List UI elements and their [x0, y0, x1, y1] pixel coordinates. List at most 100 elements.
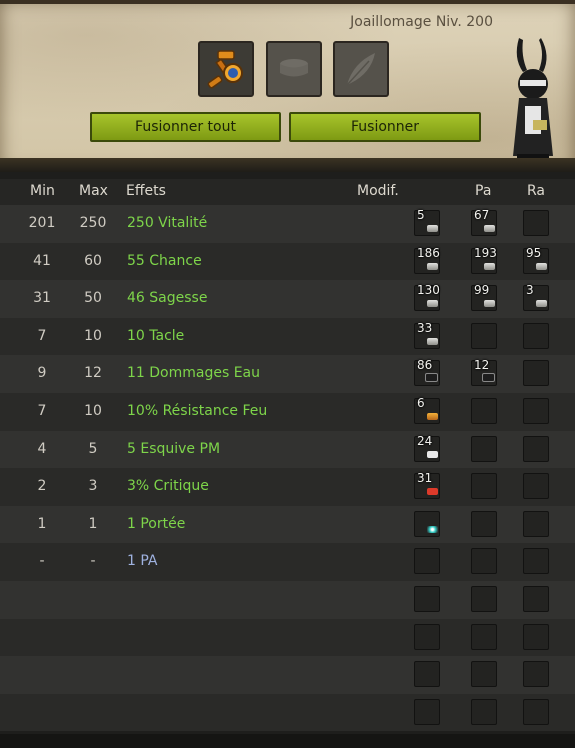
rune-slot-ra[interactable]	[523, 510, 549, 537]
rune-slot-base[interactable]: 86	[414, 358, 440, 387]
rune-slot-pa[interactable]: 67	[471, 208, 497, 236]
rune-slot-pa[interactable]: 193	[471, 245, 497, 274]
rune-slot-pa[interactable]	[471, 623, 497, 650]
rune-slot-base[interactable]	[414, 586, 440, 612]
rune-slot-pa[interactable]: 12	[471, 358, 497, 387]
rune-slot-base[interactable]	[414, 510, 440, 537]
rune-count: 5	[417, 208, 425, 222]
rune-slot[interactable]	[333, 41, 389, 97]
rune-slot-ra[interactable]	[523, 661, 549, 688]
min-value: 9	[37, 365, 47, 382]
rune-slot-pa[interactable]	[471, 661, 497, 688]
rune-slot-base[interactable]	[414, 661, 440, 688]
rune-count: 95	[526, 245, 542, 260]
character-avatar	[513, 38, 553, 162]
min-value: -	[39, 553, 45, 570]
rune-slot-ra[interactable]	[523, 360, 549, 387]
rune-slot-base[interactable]: 24	[414, 433, 440, 462]
table-row[interactable]: 201 250 250 Vitalité 5 67	[0, 205, 575, 243]
table-header: Min Max Effets Modif. Pa Ra	[0, 179, 575, 205]
rune-slot-ra[interactable]	[523, 548, 549, 575]
rune-count: 24	[417, 433, 433, 448]
max-value: 3	[88, 478, 98, 495]
rune-slot-ra[interactable]	[523, 586, 549, 612]
rune-slot-ra[interactable]	[523, 698, 549, 725]
rune-slot-ra[interactable]	[523, 435, 549, 462]
rune-slot-base[interactable]: 33	[414, 321, 440, 349]
jeweler-tool-icon	[207, 50, 243, 89]
rune-slot-pa[interactable]	[471, 698, 497, 725]
table-row[interactable]: 4 5 5 Esquive PM 24	[0, 430, 575, 469]
rune-slot-base[interactable]: 5	[414, 208, 440, 236]
rune-slot-pa[interactable]	[471, 322, 497, 349]
wisdom-rune-icon	[427, 300, 438, 308]
table-row-empty	[0, 618, 575, 657]
table-row[interactable]: 41 60 55 Chance 186 193 95	[0, 242, 575, 281]
table-row[interactable]: 9 12 11 Dommages Eau 86 12	[0, 355, 575, 393]
max-value: 5	[88, 440, 98, 457]
rune-slot-pa[interactable]	[471, 548, 497, 575]
water-damage-rune-icon	[425, 373, 438, 383]
rune-count: 130	[417, 283, 440, 298]
rune-count: 193	[474, 245, 497, 260]
col-min: Min	[30, 183, 55, 199]
water-damage-pa-rune-icon	[482, 373, 495, 383]
effect-label: 1 PA	[127, 553, 158, 570]
rune-slot-ra[interactable]	[523, 398, 549, 424]
effect-label: 250 Vitalité	[127, 215, 208, 231]
rune-slot-pa[interactable]: 99	[471, 283, 497, 312]
min-value: 41	[33, 252, 51, 269]
max-value: 10	[84, 327, 102, 344]
max-value: 250	[79, 215, 107, 231]
rune-slot-ra[interactable]: 95	[523, 245, 549, 274]
craft-title: Joaillomage Niv. 200	[350, 14, 493, 30]
min-value: 7	[37, 403, 47, 419]
chance-rune-icon	[427, 262, 438, 270]
rune-slot-ra[interactable]	[523, 473, 549, 500]
rune-count: 12	[474, 358, 490, 373]
rune-slot-base[interactable]: 6	[414, 396, 440, 424]
rune-slot-pa[interactable]	[471, 435, 497, 462]
effect-label: 11 Dommages Eau	[127, 365, 261, 382]
table-row[interactable]: 1 1 1 Portée	[0, 505, 575, 544]
rune-slot-ra[interactable]	[523, 623, 549, 650]
rune-slot-pa[interactable]	[471, 398, 497, 424]
rune-slot-base[interactable]	[414, 623, 440, 650]
craft-panel: Joaillomage Niv. 200 Fusionner tout Fusi…	[0, 0, 575, 172]
rune-slot-base[interactable]: 130	[414, 283, 440, 312]
rune-count: 6	[417, 396, 425, 410]
resource-slot[interactable]	[266, 41, 322, 97]
ring-placeholder-icon	[280, 59, 308, 77]
rune-slot-base[interactable]: 31	[414, 471, 440, 500]
merge-all-button[interactable]: Fusionner tout	[90, 112, 281, 142]
table-row[interactable]: - - 1 PA	[0, 543, 575, 581]
tool-slot[interactable]	[198, 41, 254, 97]
rune-slot-ra[interactable]: 3	[523, 283, 549, 312]
rune-count: 86	[417, 358, 433, 373]
effect-label: 46 Sagesse	[127, 290, 208, 307]
table-row[interactable]: 7 10 10 Tacle 33	[0, 317, 575, 356]
col-ra: Ra	[527, 183, 545, 199]
lock-rune-icon	[427, 337, 438, 345]
rune-slot-pa[interactable]	[471, 473, 497, 500]
critical-rune-icon	[427, 488, 438, 496]
table-row-empty	[0, 581, 575, 619]
min-value: 1	[37, 515, 47, 532]
rune-slot-ra[interactable]	[523, 322, 549, 349]
rune-slot-base[interactable]: 186	[414, 246, 440, 274]
max-value: 12	[84, 365, 102, 382]
table-row[interactable]: 2 3 3% Critique 31	[0, 468, 575, 506]
table-row[interactable]: 7 10 10% Résistance Feu 6	[0, 393, 575, 431]
bottom-border	[0, 734, 575, 748]
rune-slot-pa[interactable]	[471, 510, 497, 537]
rune-slot-base[interactable]	[414, 548, 440, 575]
rune-count: 99	[474, 283, 490, 298]
merge-button[interactable]: Fusionner	[289, 112, 481, 142]
rune-slot-base[interactable]	[414, 698, 440, 725]
max-value: 10	[84, 403, 102, 419]
table-row[interactable]: 31 50 46 Sagesse 130 99 3	[0, 280, 575, 318]
max-value: -	[90, 553, 96, 570]
rune-slot-ra[interactable]	[523, 210, 549, 236]
fire-resistance-rune-icon	[427, 413, 438, 420]
rune-slot-pa[interactable]	[471, 586, 497, 612]
